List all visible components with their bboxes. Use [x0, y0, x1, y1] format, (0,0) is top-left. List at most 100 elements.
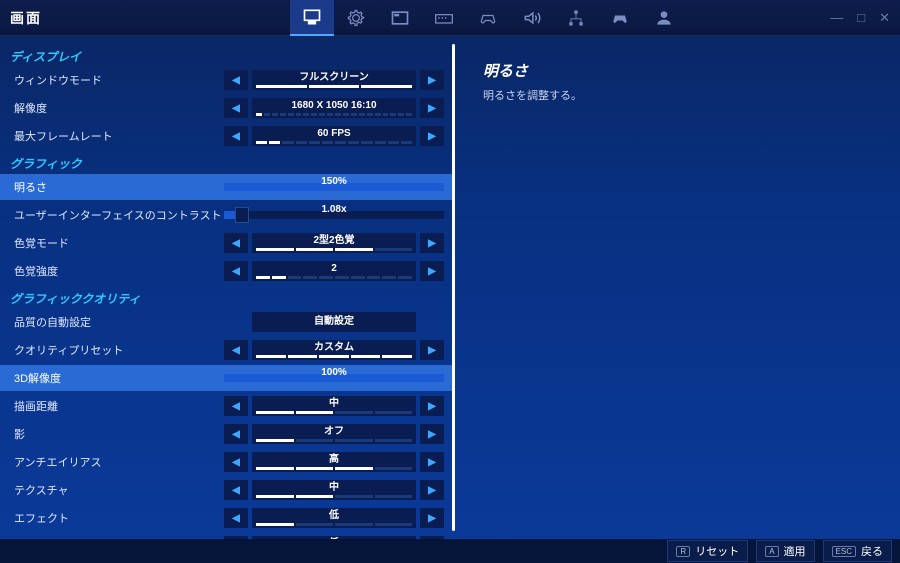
value-box[interactable]: 中 [252, 480, 416, 500]
prev-arrow-icon[interactable]: ◀ [224, 261, 248, 281]
prev-arrow-icon[interactable]: ◀ [224, 233, 248, 253]
setting-label: エフェクト [0, 510, 224, 526]
next-arrow-icon[interactable]: ▶ [420, 70, 444, 90]
hud-icon[interactable] [378, 0, 422, 36]
next-arrow-icon[interactable]: ▶ [420, 233, 444, 253]
setting-row[interactable]: 明るさ150% [0, 174, 452, 200]
setting-row[interactable]: 色覚強度◀2▶ [0, 258, 452, 284]
slider[interactable]: 1.08x [224, 205, 444, 225]
setting-row[interactable]: テクスチャ◀中▶ [0, 477, 452, 503]
setting-row[interactable]: エフェクト◀低▶ [0, 505, 452, 531]
setting-control: 100% [224, 368, 444, 388]
settings-list: ディスプレイウィンドウモード◀フルスクリーン▶解像度◀1680 X 1050 1… [0, 36, 452, 539]
next-arrow-icon[interactable]: ▶ [420, 261, 444, 281]
slider[interactable]: 150% [224, 177, 444, 197]
detail-panel: 明るさ 明るさを調整する。 [455, 36, 900, 539]
prev-arrow-icon[interactable]: ◀ [224, 396, 248, 416]
prev-arrow-icon[interactable]: ◀ [224, 70, 248, 90]
next-arrow-icon[interactable]: ▶ [420, 98, 444, 118]
slider[interactable]: 100% [224, 368, 444, 388]
prev-arrow-icon[interactable]: ◀ [224, 508, 248, 528]
network-icon[interactable] [554, 0, 598, 36]
setting-row[interactable]: ウィンドウモード◀フルスクリーン▶ [0, 67, 452, 93]
prev-arrow-icon[interactable]: ◀ [224, 126, 248, 146]
setting-value: カスタム [314, 342, 354, 354]
value-box[interactable]: カスタム [252, 340, 416, 360]
prev-arrow-icon[interactable]: ◀ [224, 340, 248, 360]
nav-tabs [290, 0, 686, 35]
detail-heading: 明るさ [483, 60, 872, 81]
slider-value: 1.08x [224, 204, 444, 215]
setting-row[interactable]: アンチエイリアス◀高▶ [0, 449, 452, 475]
next-arrow-icon[interactable]: ▶ [420, 480, 444, 500]
setting-label: 3D解像度 [0, 370, 224, 386]
next-arrow-icon[interactable]: ▶ [420, 452, 444, 472]
value-box[interactable]: オフ [252, 424, 416, 444]
setting-row[interactable]: 描画距離◀ 中 ▶ [0, 393, 452, 419]
setting-value: フルスクリーン [299, 72, 369, 84]
prev-arrow-icon[interactable]: ◀ [224, 452, 248, 472]
minimize-icon[interactable]: — [830, 10, 843, 26]
setting-control: ◀ 中 ▶ [224, 480, 444, 500]
setting-value: 中 [329, 398, 339, 410]
setting-label: アンチエイリアス [0, 454, 224, 470]
value-box[interactable]: フルスクリーン [252, 70, 416, 90]
value-box[interactable]: 高 [252, 452, 416, 472]
next-arrow-icon[interactable]: ▶ [420, 126, 444, 146]
setting-label: 明るさ [0, 179, 224, 195]
value-box[interactable]: 2 [252, 261, 416, 281]
prev-arrow-icon[interactable]: ◀ [224, 480, 248, 500]
setting-label: 描画距離 [0, 398, 224, 414]
detail-description: 明るさを調整する。 [483, 87, 872, 103]
maximize-icon[interactable]: □ [857, 10, 865, 26]
close-icon[interactable]: ✕ [879, 10, 890, 26]
setting-label: ユーザーインターフェイスのコントラスト [0, 207, 224, 223]
value-box[interactable]: 60 FPS [252, 126, 416, 146]
setting-control: ◀低▶ [224, 508, 444, 528]
prev-arrow-icon[interactable]: ◀ [224, 424, 248, 444]
window-controls: — □ ✕ [830, 10, 890, 26]
slider-value: 150% [224, 176, 444, 187]
setting-row[interactable]: 影◀オフ▶ [0, 421, 452, 447]
reset-button[interactable]: Rリセット [667, 540, 748, 562]
setting-row[interactable]: クオリティプリセット◀ カスタム ▶ [0, 337, 452, 363]
setting-row[interactable]: ユーザーインターフェイスのコントラスト1.08x [0, 202, 452, 228]
setting-control: ◀2型2色覚▶ [224, 233, 444, 253]
setting-control: 自動設定 [224, 312, 444, 332]
setting-control: ◀高▶ [224, 452, 444, 472]
account-icon[interactable] [642, 0, 686, 36]
setting-value: 中 [329, 482, 339, 494]
next-arrow-icon[interactable]: ▶ [420, 508, 444, 528]
setting-row[interactable]: 色覚モード◀2型2色覚▶ [0, 230, 452, 256]
gear-icon[interactable] [334, 0, 378, 36]
keyboard-icon[interactable] [422, 0, 466, 36]
setting-row[interactable]: 3D解像度100% [0, 365, 452, 391]
controller2-icon[interactable] [598, 0, 642, 36]
setting-label: 解像度 [0, 100, 224, 116]
value-box[interactable]: 1680 X 1050 16:10 [252, 98, 416, 118]
value-box[interactable]: 自動設定 [252, 312, 416, 332]
setting-control: 150% [224, 177, 444, 197]
prev-arrow-icon[interactable]: ◀ [224, 98, 248, 118]
slider-value: 100% [224, 367, 444, 378]
setting-label: クオリティプリセット [0, 342, 224, 358]
display-tab-icon[interactable] [290, 0, 334, 36]
setting-row[interactable]: 解像度◀1680 X 1050 16:10▶ [0, 95, 452, 121]
setting-label: 最大フレームレート [0, 128, 224, 144]
next-arrow-icon[interactable]: ▶ [420, 340, 444, 360]
setting-value: オフ [324, 426, 344, 438]
audio-icon[interactable] [510, 0, 554, 36]
value-box[interactable]: 2型2色覚 [252, 233, 416, 253]
next-arrow-icon[interactable]: ▶ [420, 424, 444, 444]
section-header: ディスプレイ [0, 44, 452, 67]
next-arrow-icon[interactable]: ▶ [420, 396, 444, 416]
setting-value: 自動設定 [314, 316, 354, 328]
setting-row[interactable]: 最大フレームレート◀60 FPS▶ [0, 123, 452, 149]
value-box[interactable]: 低 [252, 508, 416, 528]
back-button[interactable]: ESC戻る [823, 540, 892, 562]
controller-icon[interactable] [466, 0, 510, 36]
value-box[interactable]: 中 [252, 396, 416, 416]
top-bar: 画面 — □ ✕ [0, 0, 900, 36]
apply-button[interactable]: A適用 [756, 540, 814, 562]
setting-row[interactable]: 品質の自動設定自動設定 [0, 309, 452, 335]
